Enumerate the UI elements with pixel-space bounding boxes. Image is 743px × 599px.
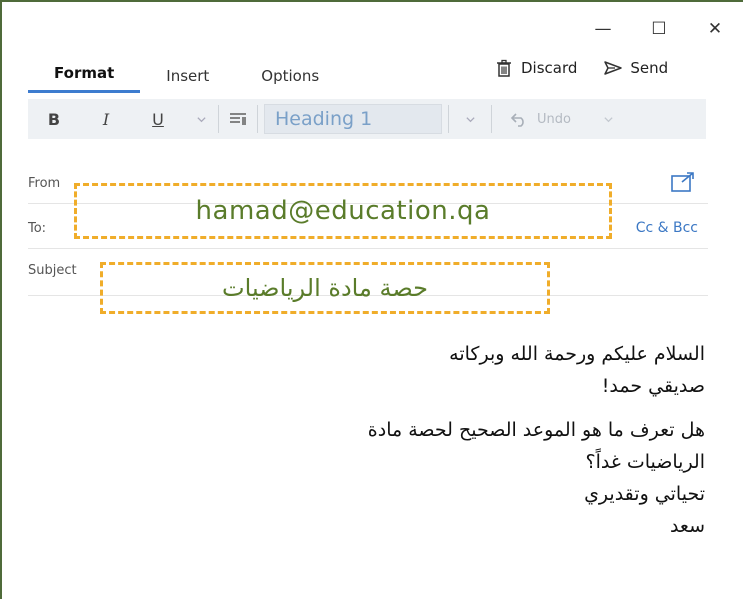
maximize-button[interactable]: ☐ <box>631 14 687 44</box>
body-line: السلام عليكم ورحمة الله وبركاته <box>449 343 705 365</box>
tab-insert[interactable]: Insert <box>140 63 235 93</box>
discard-label: Discard <box>521 59 578 77</box>
discard-button[interactable]: Discard <box>494 58 577 78</box>
message-body[interactable]: السلام عليكم ورحمة الله وبركاته صديقي حم… <box>145 338 705 542</box>
undo-label: Undo <box>537 111 571 127</box>
recipient-email-callout: hamad@education.qa <box>74 183 612 239</box>
send-button[interactable]: Send <box>603 58 668 78</box>
ribbon-tabs: Format Insert Options <box>28 60 345 93</box>
tab-options[interactable]: Options <box>235 63 345 93</box>
popout-icon[interactable] <box>670 171 696 193</box>
from-label: From <box>28 176 61 191</box>
format-toolbar: B I U Heading 1 Undo <box>28 99 706 139</box>
minimize-button[interactable]: — <box>575 14 631 44</box>
toolbar-divider <box>257 105 258 133</box>
cc-bcc-link[interactable]: Cc & Bcc <box>636 220 698 236</box>
body-line: سعد <box>669 515 705 537</box>
send-icon <box>604 61 623 75</box>
style-dropdown[interactable] <box>449 99 491 139</box>
chevron-down-icon <box>196 116 206 122</box>
bold-button[interactable]: B <box>28 99 80 139</box>
mail-compose-window: — ☐ ✕ Format Insert Options Discard Send… <box>0 0 743 599</box>
tab-format[interactable]: Format <box>28 60 141 93</box>
send-label: Send <box>630 59 669 77</box>
window-controls: — ☐ ✕ <box>575 14 743 44</box>
paragraph-format-icon <box>230 113 246 125</box>
italic-button[interactable]: I <box>80 99 132 139</box>
chevron-down-icon <box>465 116 475 122</box>
chevron-down-icon <box>603 116 613 122</box>
message-actions: Discard Send <box>494 58 668 78</box>
window-border-top <box>0 0 743 2</box>
to-label: To: <box>28 221 47 236</box>
body-line: هل تعرف ما هو الموعد الصحيح لحصة مادة <box>367 419 705 441</box>
font-options-dropdown[interactable] <box>184 99 218 139</box>
body-line: صديقي حمد! <box>601 375 705 397</box>
undo-icon <box>510 113 524 127</box>
subject-callout: حصة مادة الرياضيات <box>100 262 550 314</box>
underline-button[interactable]: U <box>132 99 184 139</box>
paragraph-format-button[interactable] <box>219 99 257 139</box>
close-button[interactable]: ✕ <box>687 14 743 44</box>
window-border-left <box>0 0 2 599</box>
undo-dropdown[interactable] <box>588 99 628 139</box>
style-selector[interactable]: Heading 1 <box>264 104 442 134</box>
subject-label: Subject <box>28 263 77 278</box>
body-line: تحياتي وتقديري <box>584 483 705 505</box>
trash-icon <box>497 59 511 77</box>
body-line: الرياضيات غداً؟ <box>585 451 705 473</box>
undo-button[interactable]: Undo <box>492 99 588 139</box>
